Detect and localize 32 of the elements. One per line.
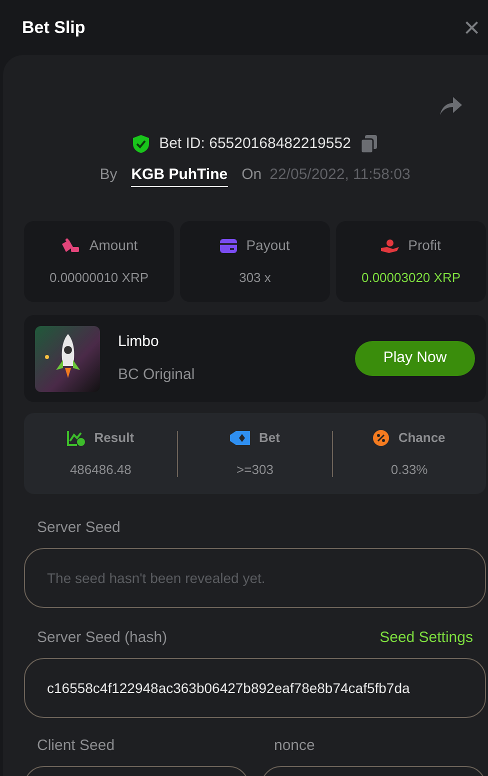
- close-button[interactable]: ×: [460, 14, 484, 42]
- bet-id: Bet ID: 65520168482219552: [159, 134, 351, 154]
- by-label: By: [100, 165, 118, 185]
- game-provider: BC Original: [118, 364, 195, 384]
- result-value: 0.33%: [390, 460, 428, 478]
- seed-settings-link[interactable]: Seed Settings: [380, 627, 473, 650]
- result-label: Chance: [398, 429, 446, 447]
- stat-label: Profit: [408, 236, 441, 256]
- field-label: Server Seed (hash): [37, 628, 168, 648]
- on-label: On: [242, 165, 262, 185]
- server-seed-hash-field[interactable]: c16558c4f122948ac363b06427b892eaf78e8b74caf5fb7da: [24, 658, 486, 718]
- bet-date: 22/05/2022, 11:58:03: [270, 165, 410, 185]
- stat-label: Amount: [89, 236, 138, 256]
- dialog-title: Bet Slip: [22, 16, 86, 39]
- rocket-game-thumbnail: [35, 326, 100, 392]
- field-label: Client Seed: [37, 736, 115, 754]
- copy-icon[interactable]: [360, 135, 377, 154]
- result-label: Result: [94, 429, 134, 447]
- user-link[interactable]: KGB PuhTine: [131, 164, 228, 187]
- field-label: Server Seed: [37, 519, 120, 536]
- game-name: Limbo: [118, 332, 160, 352]
- result-label: Bet: [259, 429, 280, 447]
- stat-value: 303 x: [239, 269, 271, 288]
- field-label: nonce: [274, 736, 315, 754]
- stat-label: Payout: [246, 236, 290, 256]
- stat-value: 0.00000010 XRP: [49, 269, 149, 288]
- server-seed-field[interactable]: The seed hasn't been revealed yet.: [24, 548, 486, 608]
- result-value: >=303: [236, 460, 274, 478]
- stat-value: 0.00003020 XRP: [361, 269, 461, 288]
- result-value: 486486.48: [70, 460, 132, 478]
- play-now-button[interactable]: Play Now: [355, 341, 475, 376]
- share-icon[interactable]: [440, 97, 462, 115]
